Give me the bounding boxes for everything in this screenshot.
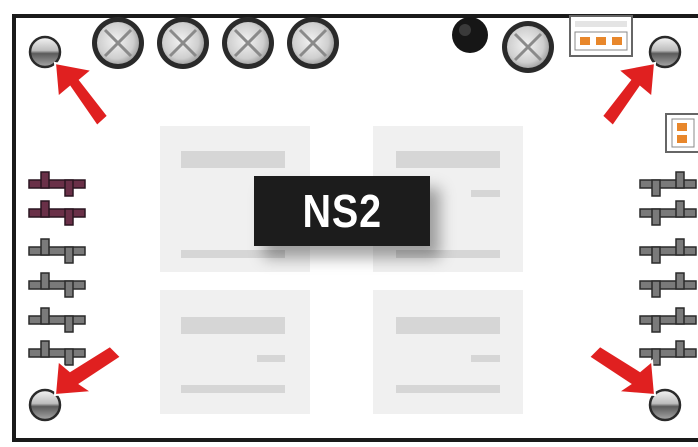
capacitor-2 — [157, 17, 209, 69]
capacitor-4 — [287, 17, 339, 69]
capacitor-1 — [92, 17, 144, 69]
capacitor-3 — [222, 17, 274, 69]
model-label-text: NS2 — [302, 185, 382, 237]
module-bottom-left — [160, 290, 310, 414]
module-bottom-right — [373, 290, 523, 414]
connector-right — [665, 113, 698, 153]
push-button — [452, 17, 488, 53]
capacitor-5 — [502, 21, 554, 73]
connector-top — [569, 15, 633, 57]
model-label: NS2 — [254, 176, 430, 246]
